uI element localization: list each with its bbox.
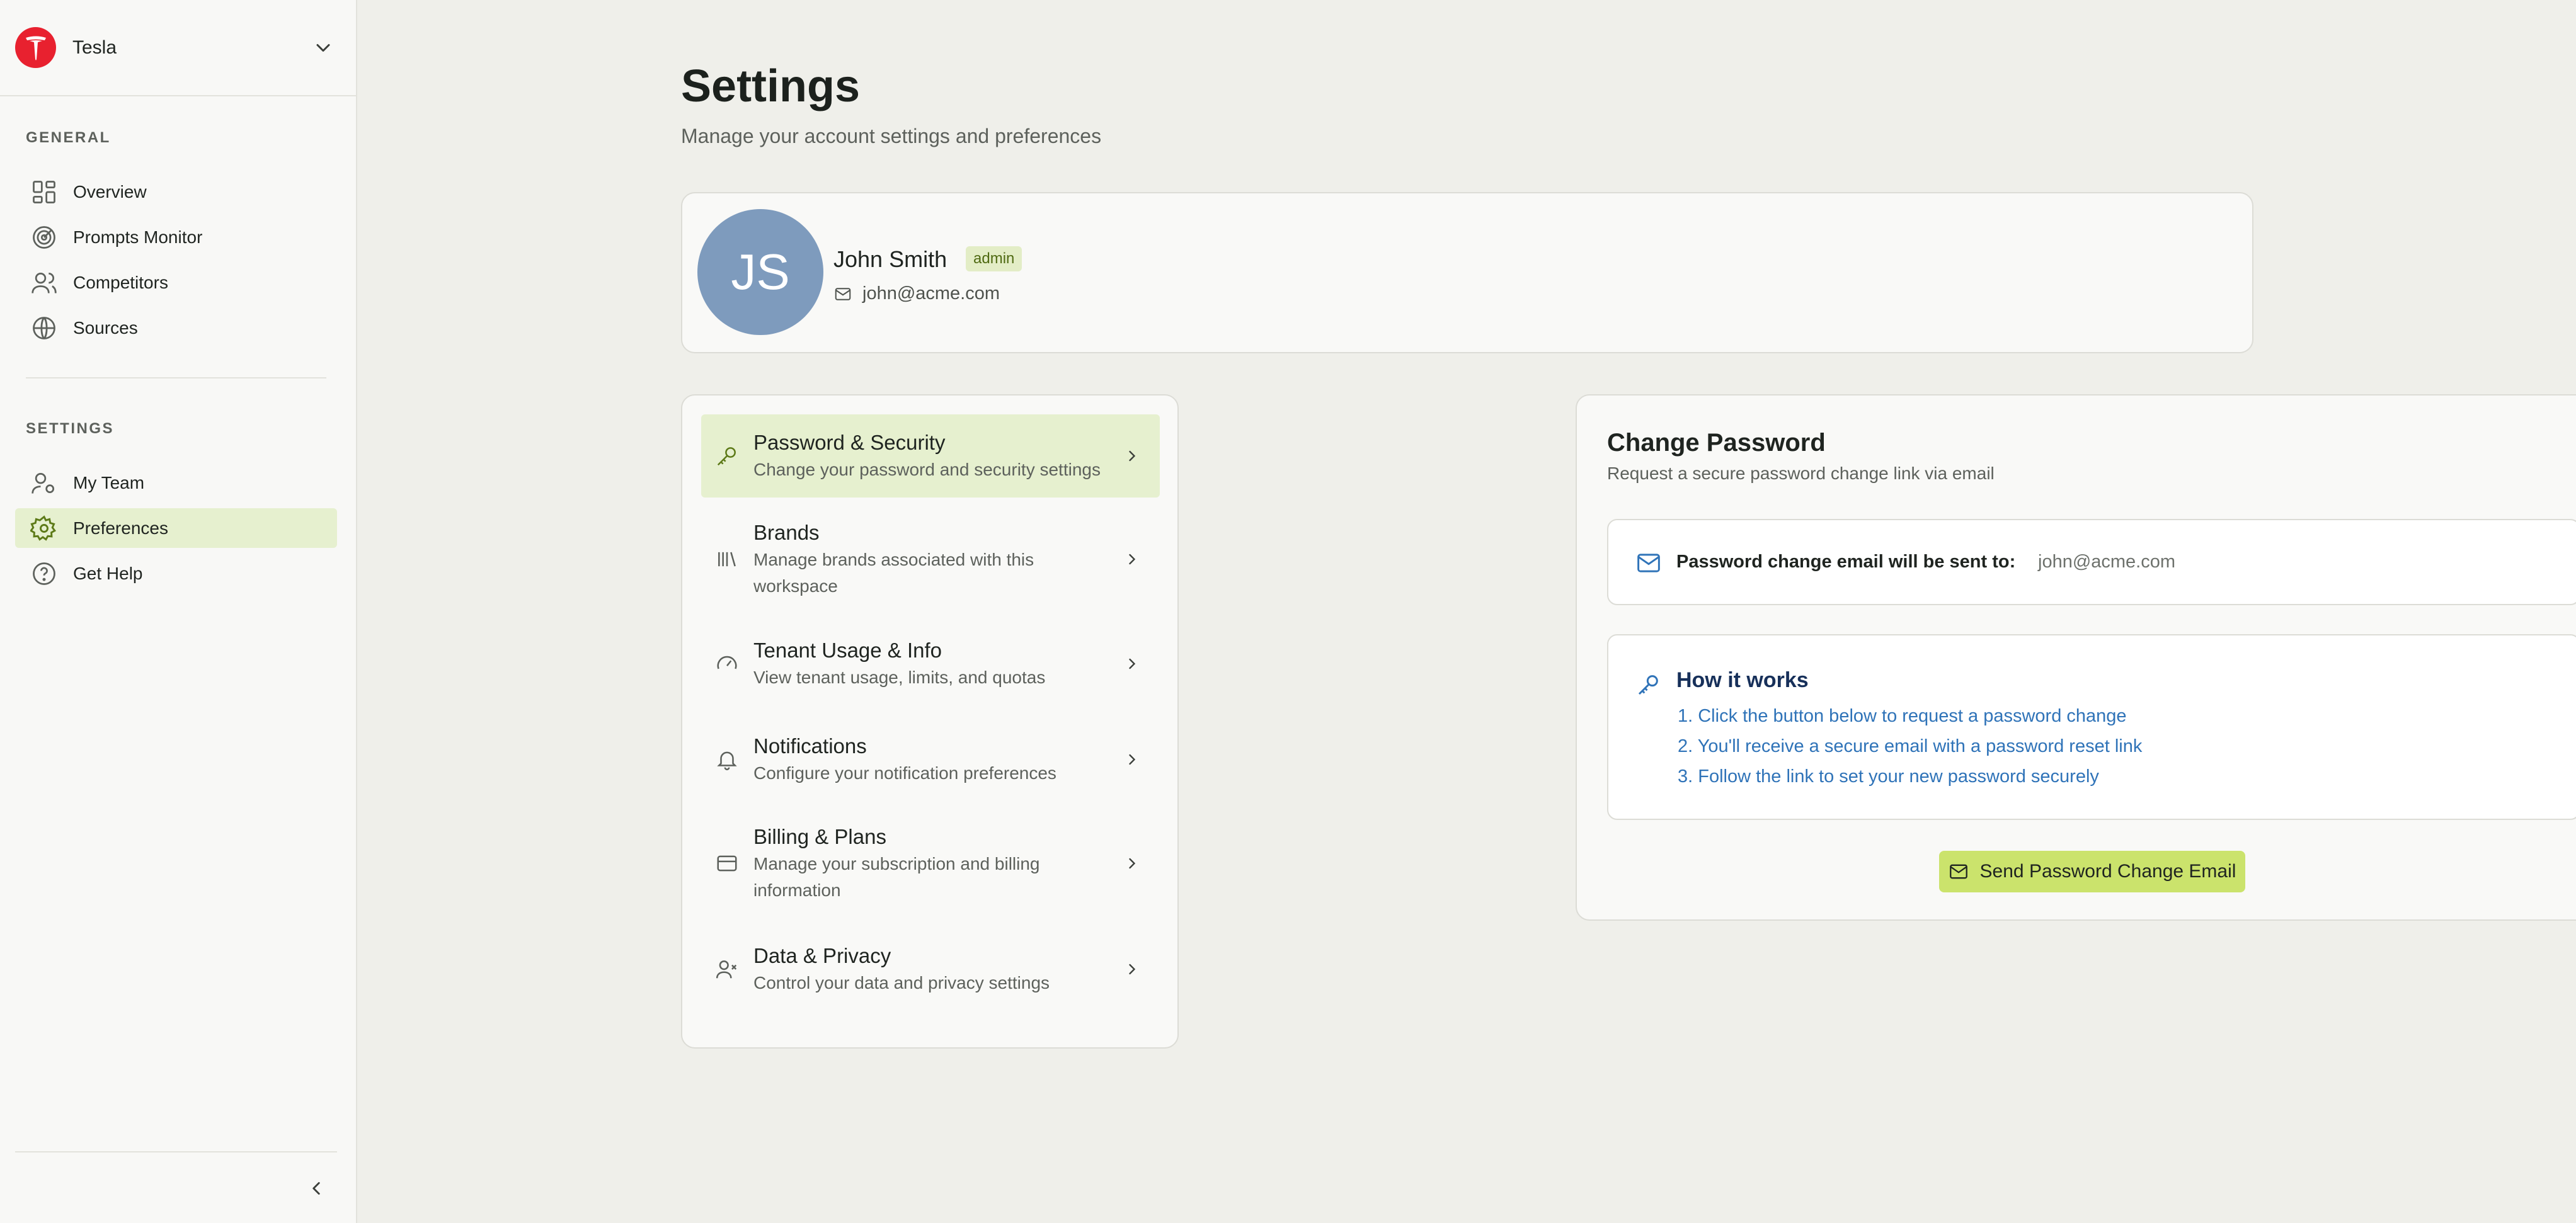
gear-icon <box>30 515 57 541</box>
sidebar-item-get-help[interactable]: Get Help <box>15 554 337 593</box>
chevron-down-icon[interactable] <box>312 37 335 59</box>
menu-item-desc: Configure your notification preferences <box>753 763 1056 783</box>
sidebar: Tesla GENERAL Overview Prompts Monitor C… <box>0 0 357 1223</box>
user-gear-icon <box>31 472 55 494</box>
menu-item-desc: View tenant usage, limits, and quotas <box>753 668 1046 687</box>
menu-item-title: Brands <box>753 521 820 544</box>
key-icon <box>1638 675 1658 695</box>
page-subtitle: Manage your account settings and prefere… <box>681 125 1102 147</box>
tesla-logo-icon <box>15 27 56 68</box>
grid-icon <box>33 180 55 203</box>
menu-item-title: Tenant Usage & Info <box>753 639 942 662</box>
mail-icon <box>835 287 851 300</box>
sidebar-item-label: Prompts Monitor <box>73 227 203 247</box>
settings-menu: Password & Security Change your password… <box>681 394 1179 1049</box>
chevron-right-icon <box>1129 754 1136 765</box>
menu-item-billing-plans[interactable]: Billing & Plans Manage your subscription… <box>701 813 1160 914</box>
radar-icon <box>33 225 55 249</box>
menu-item-desc: Control your data and privacy settings <box>753 973 1050 993</box>
library-icon <box>718 552 736 567</box>
sidebar-footer <box>15 1151 337 1223</box>
menu-item-desc: Change your password and security settin… <box>753 460 1101 479</box>
mail-icon <box>1637 554 1660 572</box>
how-step: 3. Follow the link to set your new passw… <box>1678 766 2099 787</box>
profile-email: john@acme.com <box>833 283 1000 304</box>
mail-icon <box>1949 864 1967 879</box>
menu-item-password-security[interactable]: Password & Security Change your password… <box>701 414 1160 498</box>
menu-item-desc: Manage brands associated with this works… <box>753 550 1034 596</box>
role-badge: admin <box>966 246 1022 271</box>
email-label: Password change email will be sent to: <box>1676 552 2016 572</box>
menu-item-data-privacy[interactable]: Data & Privacy Control your data and pri… <box>701 931 1160 1007</box>
change-password-panel: Change Password Request a secure passwor… <box>1576 394 2576 921</box>
nav-settings: SETTINGS My Team Preferences Get Help <box>0 378 356 593</box>
sidebar-item-label: Sources <box>73 317 138 338</box>
workspace-switcher[interactable]: Tesla <box>0 0 356 96</box>
sidebar-item-label: Preferences <box>73 518 168 538</box>
main-content: Settings Manage your account settings an… <box>357 0 2576 1223</box>
how-it-works-title: How it works <box>1676 668 1809 692</box>
sidebar-item-preferences[interactable]: Preferences <box>15 508 337 548</box>
key-icon <box>717 447 736 466</box>
users-icon <box>31 272 57 293</box>
help-circle-icon <box>33 562 55 585</box>
menu-item-tenant-usage[interactable]: Tenant Usage & Info View tenant usage, l… <box>701 626 1160 702</box>
nav-general: GENERAL Overview Prompts Monitor Competi… <box>0 96 356 348</box>
credit-card-icon <box>717 855 737 872</box>
menu-item-title: Billing & Plans <box>753 825 886 848</box>
avatar: JS <box>697 209 823 335</box>
sidebar-item-prompts-monitor[interactable]: Prompts Monitor <box>15 217 337 257</box>
page-title: Settings <box>681 61 861 111</box>
chevron-right-icon <box>1129 554 1136 565</box>
chevron-right-icon <box>1129 858 1136 869</box>
bell-icon <box>717 751 737 771</box>
user-x-icon <box>716 960 737 979</box>
email-value: john@acme.com <box>2038 552 2176 572</box>
send-password-change-email-button[interactable]: Send Password Change Email <box>1939 851 2245 892</box>
chevron-right-icon <box>1129 964 1136 975</box>
menu-item-brands[interactable]: Brands Manage brands associated with thi… <box>701 509 1160 610</box>
how-it-works-box: How it works 1. Click the button below t… <box>1607 634 2576 820</box>
menu-item-desc: Manage your subscription and billing inf… <box>753 854 1040 900</box>
globe-icon <box>33 316 55 339</box>
email-recipient-box: Password change email will be sent to: j… <box>1607 519 2576 605</box>
nav-heading-general: GENERAL <box>26 129 111 146</box>
sidebar-item-sources[interactable]: Sources <box>15 308 337 348</box>
profile-email-text: john@acme.com <box>862 283 1000 304</box>
sidebar-item-label: Competitors <box>73 272 168 292</box>
sidebar-item-label: Get Help <box>73 563 143 583</box>
panel-title: Change Password <box>1607 429 1826 457</box>
menu-item-title: Password & Security <box>753 431 946 454</box>
menu-item-title: Notifications <box>753 734 867 758</box>
chevron-right-icon <box>1129 450 1136 462</box>
chevron-right-icon <box>1129 658 1136 669</box>
sidebar-item-label: My Team <box>73 472 145 492</box>
chevron-left-icon[interactable] <box>306 1178 327 1199</box>
menu-item-title: Data & Privacy <box>753 944 891 967</box>
sidebar-item-overview[interactable]: Overview <box>15 172 337 212</box>
workspace-name: Tesla <box>72 37 117 58</box>
nav-heading-settings: SETTINGS <box>26 420 115 437</box>
profile-name: John Smith <box>833 246 947 272</box>
profile-card: JS John Smith admin john@acme.com <box>681 192 2253 353</box>
how-step: 1. Click the button below to request a p… <box>1678 706 2127 726</box>
gauge-icon <box>717 656 737 669</box>
menu-item-notifications[interactable]: Notifications Configure your notificatio… <box>701 722 1160 797</box>
sidebar-item-my-team[interactable]: My Team <box>15 463 337 503</box>
sidebar-item-label: Overview <box>73 181 147 202</box>
how-step: 2. You'll receive a secure email with a … <box>1678 736 2143 756</box>
sidebar-item-competitors[interactable]: Competitors <box>15 263 337 302</box>
panel-subtitle: Request a secure password change link vi… <box>1607 464 1995 483</box>
send-button-label: Send Password Change Email <box>1979 861 2236 882</box>
